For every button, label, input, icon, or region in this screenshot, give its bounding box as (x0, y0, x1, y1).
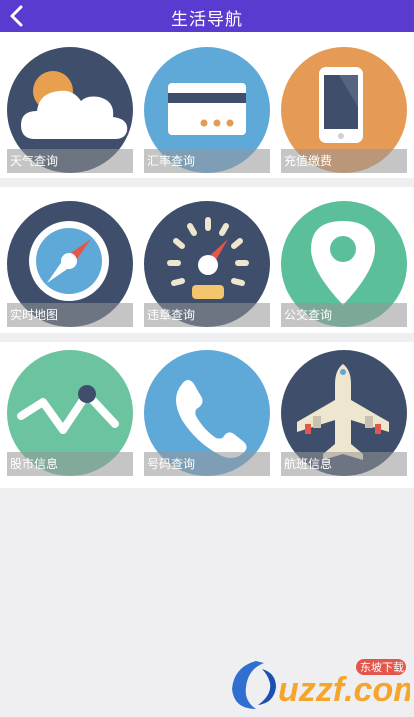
top-app-bar: 生活导航 (0, 0, 414, 32)
tile-realtime-map[interactable]: 实时地图 (7, 201, 133, 327)
tile-label: 号码查询 (144, 452, 270, 476)
uzzf-watermark-logo: uzzf.com 东坡下载 (232, 659, 410, 709)
nav-row-3: 股市信息 号码查询 航班信息 (0, 342, 414, 488)
nav-row-1: 天气查询 汇率查询 充值缴费 (0, 32, 414, 178)
tile-bus-query[interactable]: 公交查询 (281, 201, 407, 327)
tile-recharge[interactable]: 充值缴费 (281, 47, 407, 173)
tile-label: 公交查询 (281, 303, 407, 327)
tile-label: 违章查询 (144, 303, 270, 327)
tile-label: 汇率查询 (144, 149, 270, 173)
nav-row-2: 实时地图 违章查询 公交查询 (0, 187, 414, 333)
tile-weather[interactable]: 天气查询 (7, 47, 133, 173)
tile-label: 天气查询 (7, 149, 133, 173)
tile-stock-info[interactable]: 股市信息 (7, 350, 133, 476)
tile-label: 充值缴费 (281, 149, 407, 173)
tile-number-query[interactable]: 号码查询 (144, 350, 270, 476)
page-title: 生活导航 (171, 10, 243, 29)
tile-label: 航班信息 (281, 452, 407, 476)
svg-text:uzzf.com: uzzf.com (278, 671, 410, 709)
tile-label: 股市信息 (7, 452, 133, 476)
tile-label: 实时地图 (7, 303, 133, 327)
tile-exchange-rate[interactable]: 汇率查询 (144, 47, 270, 173)
tile-flight-info[interactable]: 航班信息 (281, 350, 407, 476)
svg-text:东坡下载: 东坡下载 (360, 661, 404, 674)
tile-traffic-violation[interactable]: 违章查询 (144, 201, 270, 327)
